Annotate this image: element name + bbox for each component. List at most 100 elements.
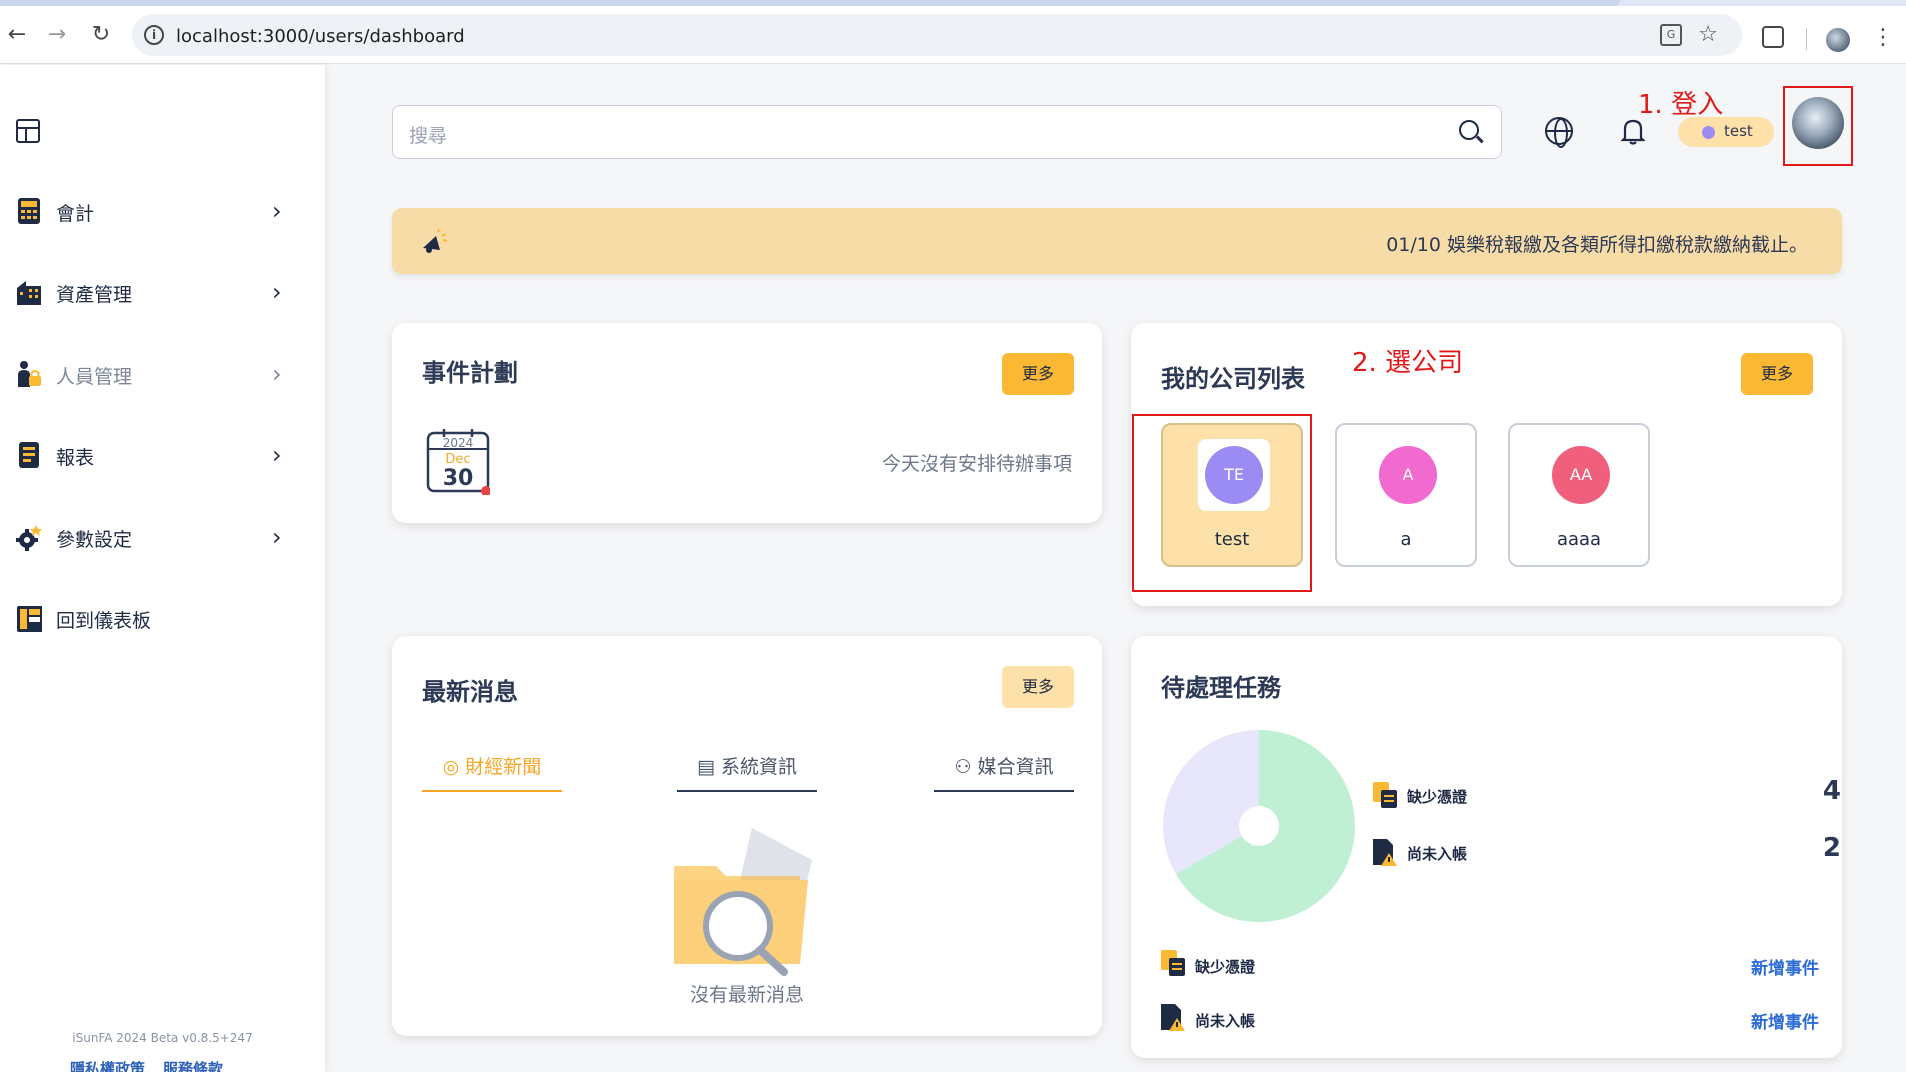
calendar-month: Dec xyxy=(445,452,470,467)
company-item-a[interactable]: A a xyxy=(1335,423,1477,567)
tab-finance-news[interactable]: ◎ 財經新聞 xyxy=(422,752,562,792)
company-initials: AA xyxy=(1552,446,1610,504)
user-status-dot xyxy=(1702,126,1715,139)
events-empty-text: 今天沒有安排待辦事項 xyxy=(881,453,1072,475)
empty-folder-icon xyxy=(674,828,812,976)
voucher-missing-icon xyxy=(1373,782,1397,808)
legend-missing-voucher: 缺少憑證 4 xyxy=(1371,776,1841,816)
sidebar-item-accounting[interactable]: 會計 › xyxy=(16,191,296,231)
tab-label: 媒合資訊 xyxy=(977,756,1054,778)
task-label: 尚未入帳 xyxy=(1195,1012,1256,1030)
user-name: test xyxy=(1724,122,1753,140)
calendar-icon: 2024 Dec 30 xyxy=(426,429,490,495)
annotation-login-text: 1. 登入 xyxy=(1638,90,1724,120)
chevron-right-icon: › xyxy=(272,197,282,225)
sidebar-item-label: 資產管理 xyxy=(56,284,133,306)
user-badge[interactable]: test xyxy=(1678,117,1774,147)
news-card: 最新消息 更多 ◎ 財經新聞 ▤ 系統資訊 ⚇ 媒合資訊 沒有最新消息 xyxy=(392,636,1102,1036)
events-more-button[interactable]: 更多 xyxy=(1002,353,1074,395)
terms-of-service-link[interactable]: 服務條款 xyxy=(163,1060,223,1072)
site-info-icon[interactable]: i xyxy=(144,25,164,45)
coin-icon: ◎ xyxy=(442,756,466,778)
events-title: 事件計劃 xyxy=(422,359,518,387)
tasks-title: 待處理任務 xyxy=(1161,674,1281,702)
footer-links: 隱私權政策 服務條款 xyxy=(70,1058,241,1072)
chevron-right-icon: › xyxy=(272,441,282,469)
events-card: 事件計劃 更多 2024 Dec 30 今天沒有安排待辦事項 xyxy=(392,323,1102,523)
privacy-policy-link[interactable]: 隱私權政策 xyxy=(70,1060,145,1072)
legend-unposted: 尚未入帳 2 xyxy=(1371,833,1841,873)
annotation-select-company-text: 2. 選公司 xyxy=(1352,348,1464,378)
search-icon[interactable] xyxy=(1459,120,1479,140)
extensions-icon[interactable] xyxy=(1762,26,1784,48)
forward-icon[interactable]: → xyxy=(44,22,70,48)
company-logo: A xyxy=(1372,439,1444,511)
voucher-missing-icon xyxy=(1161,950,1185,976)
chevron-right-icon: › xyxy=(272,360,282,388)
pie-center-hole xyxy=(1239,806,1279,846)
sidebar-item-label: 參數設定 xyxy=(56,529,133,551)
building-icon xyxy=(17,281,41,305)
report-icon xyxy=(19,442,39,468)
news-title: 最新消息 xyxy=(422,678,518,706)
version-text: iSunFA 2024 Beta v0.8.5+247 xyxy=(72,1031,253,1045)
browser-menu-icon[interactable]: ⋮ xyxy=(1872,26,1894,50)
company-name: a xyxy=(1400,529,1412,550)
task-row-missing-voucher: 缺少憑證 新增事件 xyxy=(1159,948,1819,984)
task-label: 缺少憑證 xyxy=(1195,958,1256,976)
annotation-company-box xyxy=(1132,414,1312,592)
chevron-right-icon: › xyxy=(272,523,282,551)
news-more-button[interactable]: 更多 xyxy=(1002,666,1074,708)
back-icon[interactable]: ← xyxy=(4,22,30,48)
sidebar-item-label: 人員管理 xyxy=(56,366,133,388)
tab-system-info[interactable]: ▤ 系統資訊 xyxy=(677,752,817,792)
legend-label: 缺少憑證 xyxy=(1407,788,1468,806)
calculator-icon xyxy=(18,198,40,224)
language-globe-icon[interactable] xyxy=(1545,117,1573,148)
add-event-button[interactable]: 新增事件 xyxy=(1751,954,1819,979)
unposted-warning-icon xyxy=(1161,1004,1185,1031)
company-logo: AA xyxy=(1545,439,1617,511)
chevron-right-icon: › xyxy=(272,278,282,306)
companies-more-button[interactable]: 更多 xyxy=(1741,353,1813,395)
legend-label: 尚未入帳 xyxy=(1407,845,1468,863)
toolbar-divider xyxy=(1806,28,1807,50)
search-placeholder: 搜尋 xyxy=(409,125,448,147)
dashboard-icon xyxy=(17,606,42,632)
url-text[interactable]: localhost:3000/users/dashboard xyxy=(176,26,465,47)
banner-message: 01/10 娛樂稅報繳及各類所得扣繳稅款繳納截止。 xyxy=(1386,234,1808,256)
search-input[interactable]: 搜尋 xyxy=(392,105,1502,159)
sidebar-item-personnel[interactable]: 人員管理 › xyxy=(16,354,296,394)
annotation-login-box xyxy=(1783,86,1853,166)
sidebar-toggle-icon[interactable] xyxy=(16,119,40,143)
announcement-banner: 01/10 娛樂稅報繳及各類所得扣繳稅款繳納截止。 xyxy=(392,208,1842,274)
company-initials: A xyxy=(1379,446,1437,504)
gear-icon xyxy=(16,525,42,551)
add-event-button[interactable]: 新增事件 xyxy=(1751,1008,1819,1033)
news-empty-text: 沒有最新消息 xyxy=(689,984,804,1006)
user-check-icon: ⚇ xyxy=(954,756,978,778)
calendar-day: 30 xyxy=(443,466,474,491)
sidebar-item-settings[interactable]: 參數設定 › xyxy=(16,517,296,557)
companies-title: 我的公司列表 xyxy=(1161,365,1305,393)
task-row-unposted: 尚未入帳 新增事件 xyxy=(1159,1002,1819,1038)
sidebar: 會計 › 資產管理 › 人員管理 › 報表 › 參數設定 › 回到儀表板 iSu… xyxy=(0,65,325,1072)
browser-profile-icon[interactable] xyxy=(1826,28,1850,52)
company-item-aaaa[interactable]: AA aaaa xyxy=(1508,423,1650,567)
task-pie-chart xyxy=(1163,730,1355,922)
tab-label: 財經新聞 xyxy=(465,756,542,778)
reload-icon[interactable]: ↻ xyxy=(88,22,114,48)
sidebar-item-reports[interactable]: 報表 › xyxy=(16,435,296,475)
calendar-year: 2024 xyxy=(443,436,474,450)
address-bar[interactable]: i localhost:3000/users/dashboard G ☆ xyxy=(132,14,1742,56)
browser-toolbar: ← → ↻ i localhost:3000/users/dashboard G… xyxy=(0,6,1906,64)
legend-value: 2 xyxy=(1822,833,1841,863)
sidebar-item-dashboard[interactable]: 回到儀表板 xyxy=(16,598,296,638)
sidebar-item-assets[interactable]: 資產管理 › xyxy=(16,272,296,312)
tab-matching-info[interactable]: ⚇ 媒合資訊 xyxy=(934,752,1074,792)
translate-icon[interactable]: G xyxy=(1660,24,1682,46)
sidebar-item-label: 會計 xyxy=(56,203,95,225)
bookmark-star-icon[interactable]: ☆ xyxy=(1698,22,1718,47)
tasks-card: 待處理任務 缺少憑證 4 尚未入帳 2 缺少憑證 新增事件 尚未入帳 新增事件 xyxy=(1131,636,1842,1058)
company-name: aaaa xyxy=(1556,529,1602,550)
